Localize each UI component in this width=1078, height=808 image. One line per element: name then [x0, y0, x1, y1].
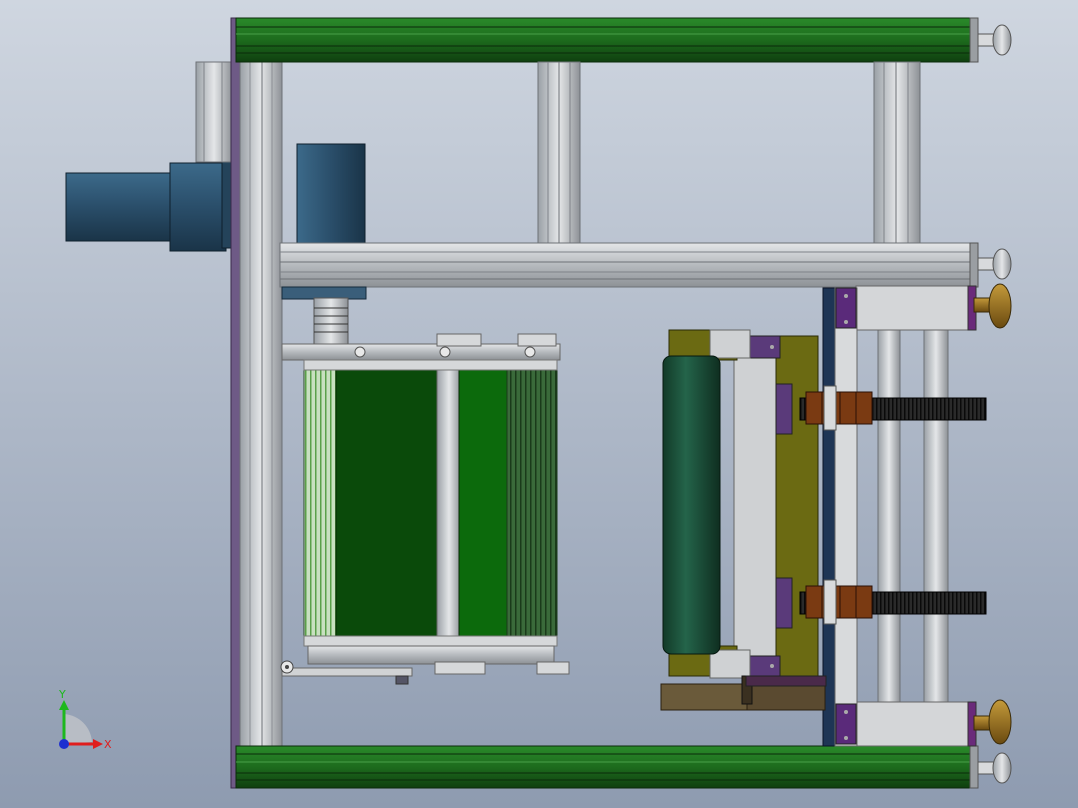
upper-post-right	[873, 61, 921, 245]
left-vertical-profile	[239, 59, 283, 749]
upper-post-middle	[537, 61, 581, 245]
bottom-rail	[235, 745, 979, 789]
right-top-block	[855, 285, 977, 331]
triad-y-label: Y	[58, 688, 66, 701]
vertical-motor	[296, 143, 366, 247]
left-bracket	[195, 61, 233, 163]
right-bottom-block	[855, 701, 977, 747]
olive-carriage	[733, 335, 819, 677]
assembly-drawing: Y X	[0, 0, 1078, 808]
shaft-coupling	[313, 297, 349, 345]
top-rail	[235, 17, 979, 63]
triad-x-label: X	[104, 738, 112, 751]
cad-viewport[interactable]: Y X	[0, 0, 1078, 808]
z-axis-dot	[59, 739, 69, 749]
middle-crossbeam	[279, 242, 979, 288]
film-roller	[303, 359, 558, 647]
press-plate	[822, 287, 858, 747]
motor-flange	[281, 286, 367, 300]
